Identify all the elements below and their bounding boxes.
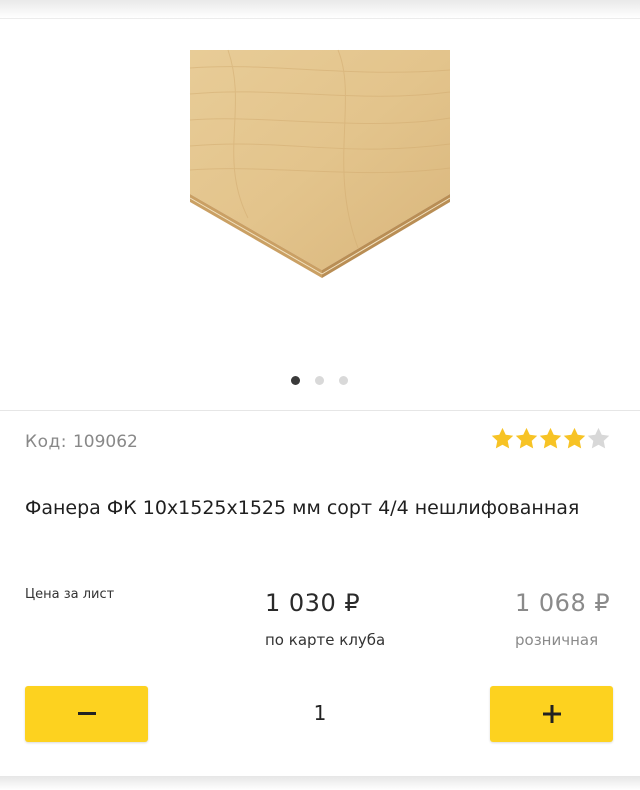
club-price: 1 030 ₽ [265,589,361,617]
carousel-dots [0,376,640,386]
bottom-shadow [0,776,640,790]
star-filled-icon [491,427,514,449]
plywood-sheet-image[interactable] [188,48,452,280]
product-code-label: Код: [25,432,67,452]
rating-stars[interactable] [490,426,610,452]
top-shadow [0,0,640,18]
star-filled-icon [515,427,538,449]
product-title: Фанера ФК 10х1525х1525 мм сорт 4/4 нешли… [25,497,580,519]
top-divider [0,18,640,19]
minus-icon [77,712,96,715]
star-filled-icon [539,427,562,449]
retail-price: 1 068 ₽ [515,589,611,617]
star-empty-icon [587,427,610,449]
club-price-caption: по карте клуба [265,631,386,649]
star-filled-icon [563,427,586,449]
retail-price-caption: розничная [515,631,599,649]
increase-quantity-button[interactable] [490,686,613,742]
carousel-dot-3[interactable] [339,376,348,385]
decrease-quantity-button[interactable] [25,686,148,742]
product-code: Код: 109062 [25,432,138,452]
price-unit-label: Цена за лист [25,587,115,602]
carousel-dot-1[interactable] [291,376,300,385]
section-divider [0,410,640,411]
product-code-value: 109062 [72,432,138,452]
quantity-value[interactable]: 1 [300,701,340,725]
carousel-dot-2[interactable] [315,376,324,385]
plus-icon [542,705,561,723]
